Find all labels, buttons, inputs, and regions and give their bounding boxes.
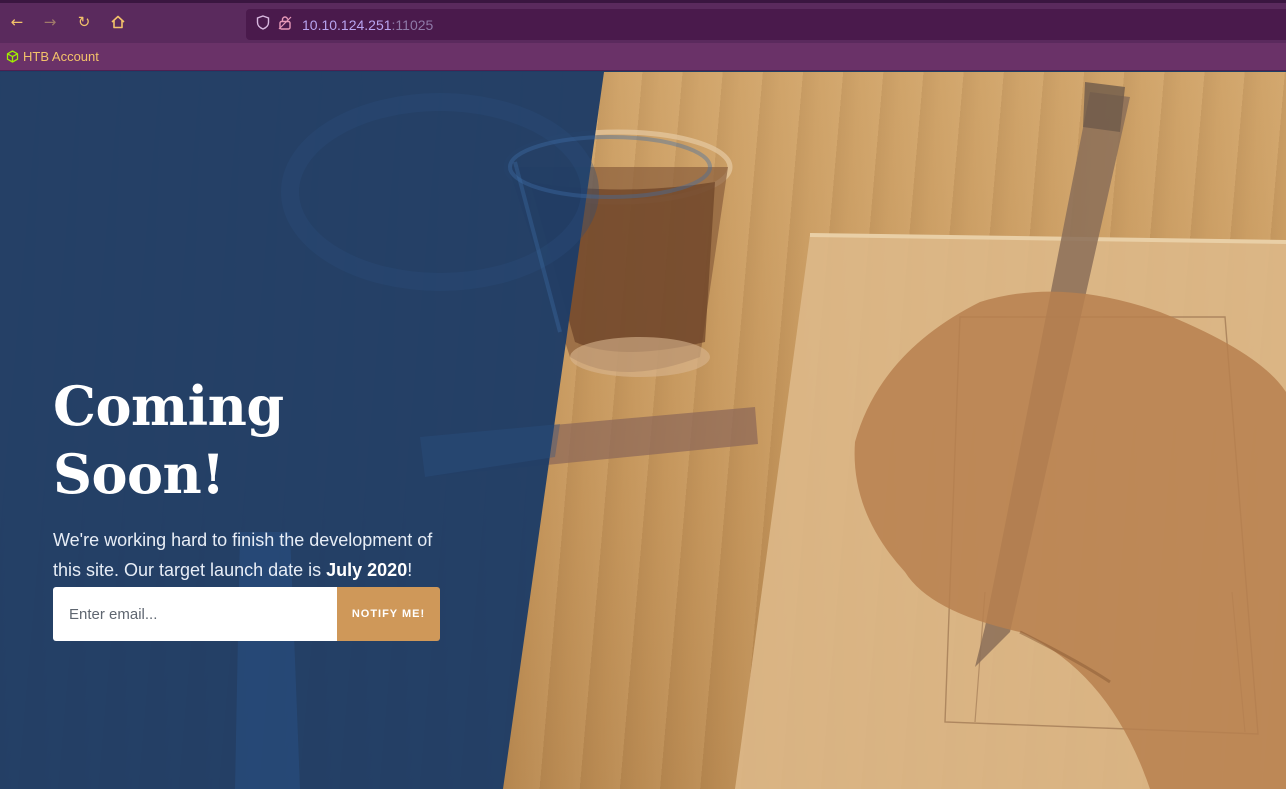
browser-toolbar: ← → ↻ 10.10.124.251:11025 <box>0 0 1286 43</box>
landing-page: Coming Soon! We're working hard to finis… <box>0 72 1286 789</box>
page-title: Coming Soon! <box>53 374 284 506</box>
address-bar[interactable]: 10.10.124.251:11025 <box>246 9 1286 40</box>
forward-arrow-icon[interactable]: → <box>38 10 62 34</box>
bookmarks-toolbar: HTB Account <box>0 43 1286 71</box>
reload-icon[interactable]: ↻ <box>72 10 96 34</box>
url-host: 10.10.124.251 <box>302 16 392 33</box>
tracking-shield-icon[interactable] <box>256 15 270 34</box>
launch-date: July 2020 <box>326 559 408 580</box>
url-port: :11025 <box>391 16 434 33</box>
insecure-lock-icon[interactable] <box>278 15 292 34</box>
signup-form: NOTIFY ME! <box>53 587 440 641</box>
email-input[interactable] <box>53 587 337 641</box>
bookmark-label: HTB Account <box>23 49 99 64</box>
home-icon[interactable] <box>106 10 130 34</box>
back-arrow-icon[interactable]: ← <box>5 10 29 34</box>
hero-content: Coming Soon! We're working hard to finis… <box>53 372 473 615</box>
htb-cube-icon <box>6 50 19 63</box>
url-text[interactable]: 10.10.124.251:11025 <box>302 17 433 33</box>
notify-me-button[interactable]: NOTIFY ME! <box>337 587 440 641</box>
bookmark-htb-account[interactable]: HTB Account <box>6 49 99 64</box>
